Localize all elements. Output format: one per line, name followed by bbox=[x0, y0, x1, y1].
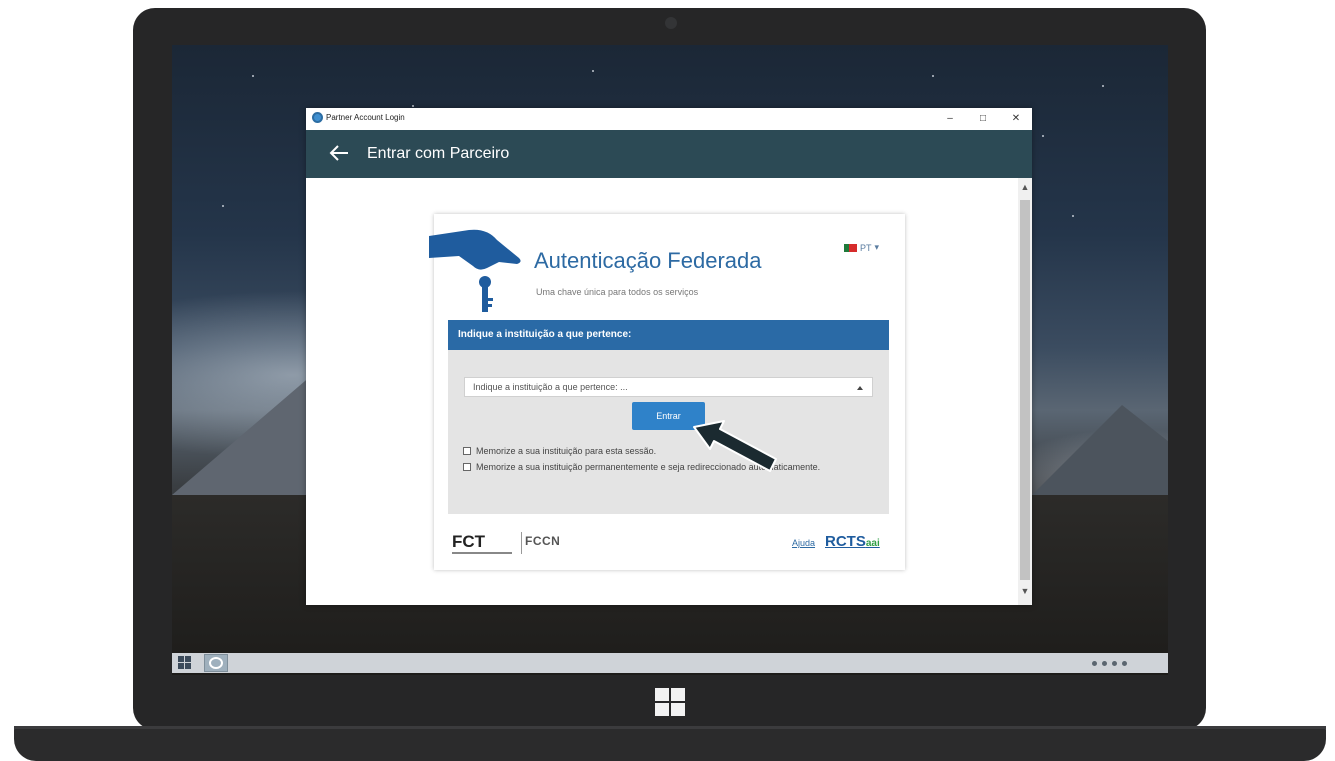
laptop-base bbox=[14, 726, 1326, 761]
maximize-button[interactable]: □ bbox=[975, 111, 991, 127]
arrow-left-icon[interactable] bbox=[328, 142, 350, 164]
remember-session-label: Memorize a sua instituição para esta ses… bbox=[476, 446, 657, 456]
remember-session-row: Memorize a sua instituição para esta ses… bbox=[463, 446, 656, 456]
panel-body: Indique a instituição a que pertence: ..… bbox=[448, 350, 889, 514]
tray-icon[interactable] bbox=[1122, 660, 1127, 666]
portugal-flag-icon bbox=[843, 243, 857, 252]
window-titlebar: Partner Account Login – □ ✕ bbox=[306, 108, 1032, 130]
fct-logo-text: FCT bbox=[452, 532, 486, 551]
hand-with-key-icon bbox=[429, 229, 521, 312]
card-title: Autenticação Federada bbox=[534, 248, 762, 273]
help-link[interactable]: Ajuda bbox=[792, 538, 815, 548]
rcts-logo-text: RCTS bbox=[825, 533, 866, 550]
language-selector[interactable]: PT ▾ bbox=[843, 242, 879, 253]
remember-session-checkbox[interactable] bbox=[463, 447, 471, 455]
start-icon[interactable] bbox=[178, 656, 192, 670]
caret-up-icon bbox=[857, 386, 863, 390]
vertical-scrollbar[interactable]: ▲ ▼ bbox=[1018, 178, 1032, 605]
app-header: Entrar com Parceiro bbox=[306, 130, 1032, 178]
aai-logo-text: aai bbox=[865, 538, 880, 549]
panel-header: Indique a instituição a que pertence: bbox=[448, 320, 889, 350]
taskbar-app-button[interactable] bbox=[204, 654, 228, 672]
tray-icon[interactable] bbox=[1102, 660, 1107, 666]
page-title: Entrar com Parceiro bbox=[367, 145, 510, 162]
windows-logo-icon bbox=[655, 688, 687, 718]
partner-login-icon bbox=[312, 112, 323, 123]
laptop-hinge bbox=[14, 726, 1326, 729]
tray-icon[interactable] bbox=[1112, 660, 1117, 666]
fccn-logo: FCCN bbox=[525, 534, 561, 548]
chevron-up-icon[interactable]: ▲ bbox=[1018, 182, 1032, 194]
taskbar bbox=[172, 653, 1168, 673]
rcts-aai-logo-link[interactable]: RCTSaai bbox=[825, 533, 880, 550]
card-subtitle: Uma chave única para todos os serviços bbox=[536, 287, 699, 297]
remember-permanent-checkbox[interactable] bbox=[463, 463, 471, 471]
camera-icon bbox=[665, 17, 677, 29]
pointer-arrow-icon bbox=[693, 420, 777, 472]
institution-select-value: Indique a instituição a que pertence: ..… bbox=[473, 382, 628, 392]
web-content: PT ▾ Autenticação Federada Uma chave úni… bbox=[306, 178, 1018, 605]
partner-login-window: Partner Account Login – □ ✕ Entrar com P… bbox=[306, 108, 1032, 605]
partner-login-icon bbox=[209, 657, 223, 669]
panel-header-text: Indique a instituição a que pertence: bbox=[458, 329, 632, 340]
institution-select[interactable]: Indique a instituição a que pertence: ..… bbox=[464, 377, 873, 397]
fct-logo-underline bbox=[452, 552, 512, 554]
scrollbar-thumb[interactable] bbox=[1020, 200, 1030, 580]
close-button[interactable]: ✕ bbox=[1008, 111, 1024, 127]
federated-auth-card: PT ▾ Autenticação Federada Uma chave úni… bbox=[429, 214, 905, 570]
chevron-down-icon[interactable]: ▼ bbox=[1018, 586, 1032, 598]
minimize-button[interactable]: – bbox=[942, 111, 958, 127]
caret-down-icon: ▾ bbox=[874, 242, 879, 252]
fct-logo: FCT bbox=[452, 532, 512, 554]
logo-divider bbox=[521, 532, 522, 554]
language-label: PT bbox=[859, 242, 872, 253]
window-title: Partner Account Login bbox=[326, 113, 405, 122]
tray-icon[interactable] bbox=[1092, 660, 1097, 666]
system-tray bbox=[1092, 656, 1160, 670]
